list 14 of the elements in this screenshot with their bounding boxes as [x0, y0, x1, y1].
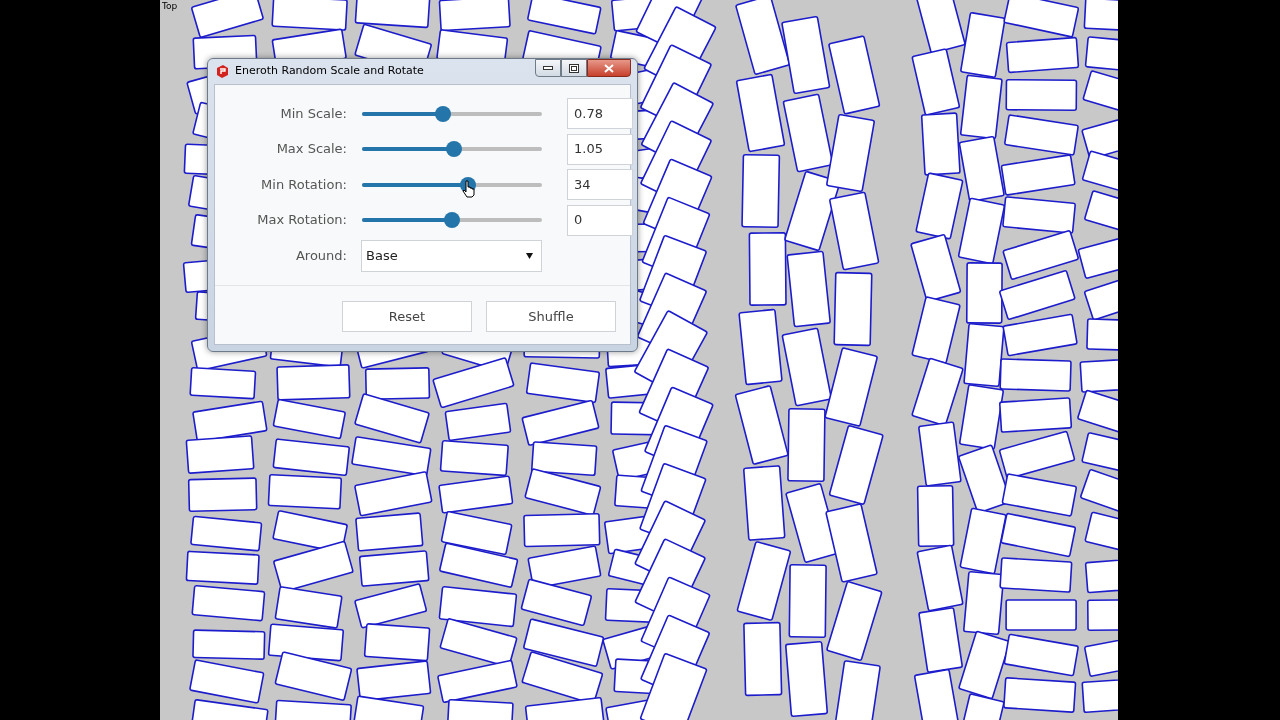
field-label: Around: — [294, 247, 347, 266]
dialog-button[interactable]: Shuffle — [486, 301, 616, 332]
field-label: Min Rotation: — [260, 175, 347, 194]
value-field[interactable]: 34 — [567, 169, 633, 200]
value-field[interactable]: 0 — [567, 204, 633, 236]
field-label: Max Scale: — [275, 140, 347, 159]
window-title: Eneroth Random Scale and Rotate — [235, 63, 424, 80]
field-label: Max Rotation: — [256, 211, 347, 230]
field-label: Min Scale: — [279, 104, 347, 123]
value-field[interactable]: 1.05 — [567, 133, 633, 165]
value-field[interactable]: 0.78 — [567, 98, 633, 129]
view-label: Top — [162, 0, 178, 12]
dialog-button[interactable]: Reset — [342, 301, 472, 332]
around-dropdown[interactable]: Base — [361, 240, 542, 272]
